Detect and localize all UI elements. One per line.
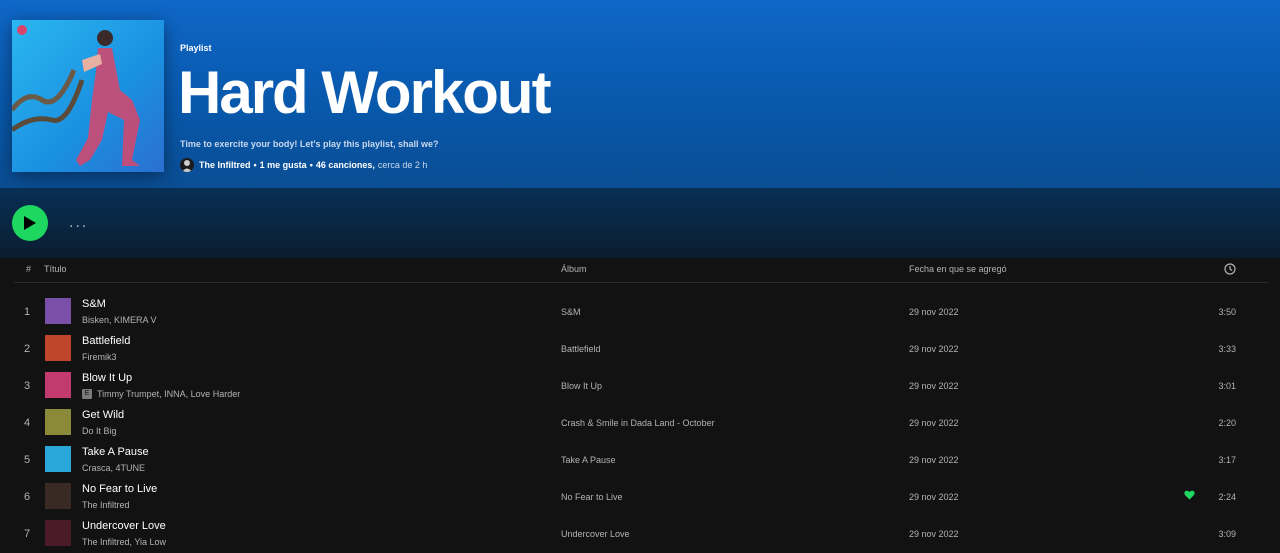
owner-link[interactable]: The Infiltred bbox=[199, 160, 251, 170]
track-artists: E Timmy Trumpet, INNA, Love Harder bbox=[82, 389, 240, 399]
cover-art-icon bbox=[12, 25, 140, 166]
track-duration: 2:24 bbox=[1218, 492, 1236, 502]
track-thumbnail bbox=[45, 335, 71, 361]
column-number: # bbox=[26, 264, 32, 274]
track-title[interactable]: No Fear to Live bbox=[82, 483, 157, 495]
table-row[interactable]: 4 Get Wild Do It Big Crash & Smile in Dada … bbox=[14, 403, 1268, 440]
playlist-cover[interactable] bbox=[12, 20, 164, 172]
playlist-type-label: Playlist bbox=[180, 43, 212, 53]
track-artists: Do It Big bbox=[82, 426, 117, 436]
track-duration: 2:20 bbox=[1218, 418, 1236, 428]
track-number: 5 bbox=[24, 454, 31, 466]
track-date-added: 29 nov 2022 bbox=[909, 418, 959, 428]
meta-separator: • bbox=[309, 160, 313, 170]
table-row[interactable]: 2 Battlefield Firemik3 Battlefield 29 nov 20… bbox=[14, 329, 1268, 366]
track-album[interactable]: S&M bbox=[561, 307, 581, 317]
artist-links[interactable]: Do It Big bbox=[82, 426, 117, 436]
total-duration: cerca de 2 h bbox=[377, 160, 428, 170]
track-album[interactable]: Battlefield bbox=[561, 344, 601, 354]
table-row[interactable]: 5 Take A Pause Crasca, 4TUNE Take A Pause 29… bbox=[14, 440, 1268, 477]
track-album[interactable]: No Fear to Live bbox=[561, 492, 623, 502]
column-title[interactable]: Título bbox=[44, 264, 67, 274]
track-album[interactable]: Blow It Up bbox=[561, 381, 602, 391]
track-date-added: 29 nov 2022 bbox=[909, 344, 959, 354]
explicit-badge: E bbox=[82, 389, 92, 399]
column-album[interactable]: Álbum bbox=[561, 264, 587, 274]
track-date-added: 29 nov 2022 bbox=[909, 381, 959, 391]
page-title: Hard Workout bbox=[178, 59, 552, 126]
track-duration: 3:17 bbox=[1218, 455, 1236, 465]
track-title[interactable]: S&M bbox=[82, 298, 106, 310]
track-thumbnail bbox=[45, 372, 71, 398]
artist-links[interactable]: The Infiltred bbox=[82, 500, 130, 510]
track-album[interactable]: Crash & Smile in Dada Land - October bbox=[561, 418, 715, 428]
track-title[interactable]: Undercover Love bbox=[82, 520, 166, 532]
track-artists: Bisken, KIMERA V bbox=[82, 315, 157, 325]
track-duration: 3:01 bbox=[1218, 381, 1236, 391]
track-thumbnail bbox=[45, 298, 71, 324]
playlist-header: Playlist Hard Workout Time to exercite y… bbox=[0, 0, 1280, 188]
track-title[interactable]: Battlefield bbox=[82, 335, 130, 347]
user-icon bbox=[182, 160, 192, 172]
table-row[interactable]: 3 Blow It Up E Timmy Trumpet, INNA, Love Ha… bbox=[14, 366, 1268, 403]
play-icon bbox=[24, 216, 36, 230]
track-duration: 3:33 bbox=[1218, 344, 1236, 354]
track-thumbnail bbox=[45, 483, 71, 509]
track-artists: The Infiltred bbox=[82, 500, 130, 510]
track-number: 4 bbox=[24, 417, 31, 429]
artist-links[interactable]: Bisken, KIMERA V bbox=[82, 315, 157, 325]
artist-links[interactable]: Crasca, 4TUNE bbox=[82, 463, 145, 473]
artist-links[interactable]: Firemik3 bbox=[82, 352, 117, 362]
track-thumbnail bbox=[45, 520, 71, 546]
artist-links[interactable]: Timmy Trumpet, INNA, Love Harder bbox=[97, 389, 240, 399]
meta-separator: • bbox=[253, 160, 257, 170]
track-thumbnail bbox=[45, 409, 71, 435]
track-number: 2 bbox=[24, 343, 31, 355]
track-album[interactable]: Take A Pause bbox=[561, 455, 616, 465]
track-thumbnail bbox=[45, 446, 71, 472]
track-artists: The Infiltred, Yia Low bbox=[82, 537, 166, 547]
track-duration: 3:50 bbox=[1218, 307, 1236, 317]
track-title[interactable]: Blow It Up bbox=[82, 372, 132, 384]
artist-links[interactable]: The Infiltred, Yia Low bbox=[82, 537, 166, 547]
song-count: 46 canciones, bbox=[315, 160, 375, 170]
table-row[interactable]: 1 S&M Bisken, KIMERA V S&M 29 nov 2022 3:50 bbox=[14, 292, 1268, 329]
play-button[interactable] bbox=[12, 205, 48, 241]
heart-icon[interactable] bbox=[1184, 490, 1195, 502]
track-title[interactable]: Take A Pause bbox=[82, 446, 149, 458]
track-artists: Firemik3 bbox=[82, 352, 117, 362]
track-number: 6 bbox=[24, 491, 31, 503]
track-album[interactable]: Undercover Love bbox=[561, 529, 630, 539]
clock-icon[interactable] bbox=[1224, 263, 1236, 277]
track-duration: 3:09 bbox=[1218, 529, 1236, 539]
track-date-added: 29 nov 2022 bbox=[909, 455, 959, 465]
table-row[interactable]: 7 Undercover Love The Infiltred, Yia Low Un… bbox=[14, 514, 1268, 551]
playlist-meta: The Infiltred • 1 me gusta • 46 cancione… bbox=[180, 157, 427, 173]
column-date-added[interactable]: Fecha en que se agregó bbox=[909, 264, 1007, 274]
more-icon[interactable]: ... bbox=[69, 214, 88, 232]
track-artists: Crasca, 4TUNE bbox=[82, 463, 145, 473]
track-date-added: 29 nov 2022 bbox=[909, 492, 959, 502]
track-number: 3 bbox=[24, 380, 31, 392]
likes-count: 1 me gusta bbox=[259, 160, 307, 170]
track-date-added: 29 nov 2022 bbox=[909, 307, 959, 317]
track-number: 7 bbox=[24, 528, 31, 540]
track-title[interactable]: Get Wild bbox=[82, 409, 124, 421]
table-row[interactable]: 6 No Fear to Live The Infiltred No Fear to … bbox=[14, 477, 1268, 514]
playlist-description: Time to exercite your body! Let's play t… bbox=[180, 139, 439, 149]
track-date-added: 29 nov 2022 bbox=[909, 529, 959, 539]
avatar[interactable] bbox=[180, 158, 194, 172]
track-number: 1 bbox=[24, 306, 31, 318]
track-list: 1 S&M Bisken, KIMERA V S&M 29 nov 2022 3:50 2 B… bbox=[14, 292, 1268, 551]
track-table-header: # Título Álbum Fecha en que se agregó bbox=[14, 258, 1268, 283]
action-bar: ... bbox=[0, 188, 1280, 258]
